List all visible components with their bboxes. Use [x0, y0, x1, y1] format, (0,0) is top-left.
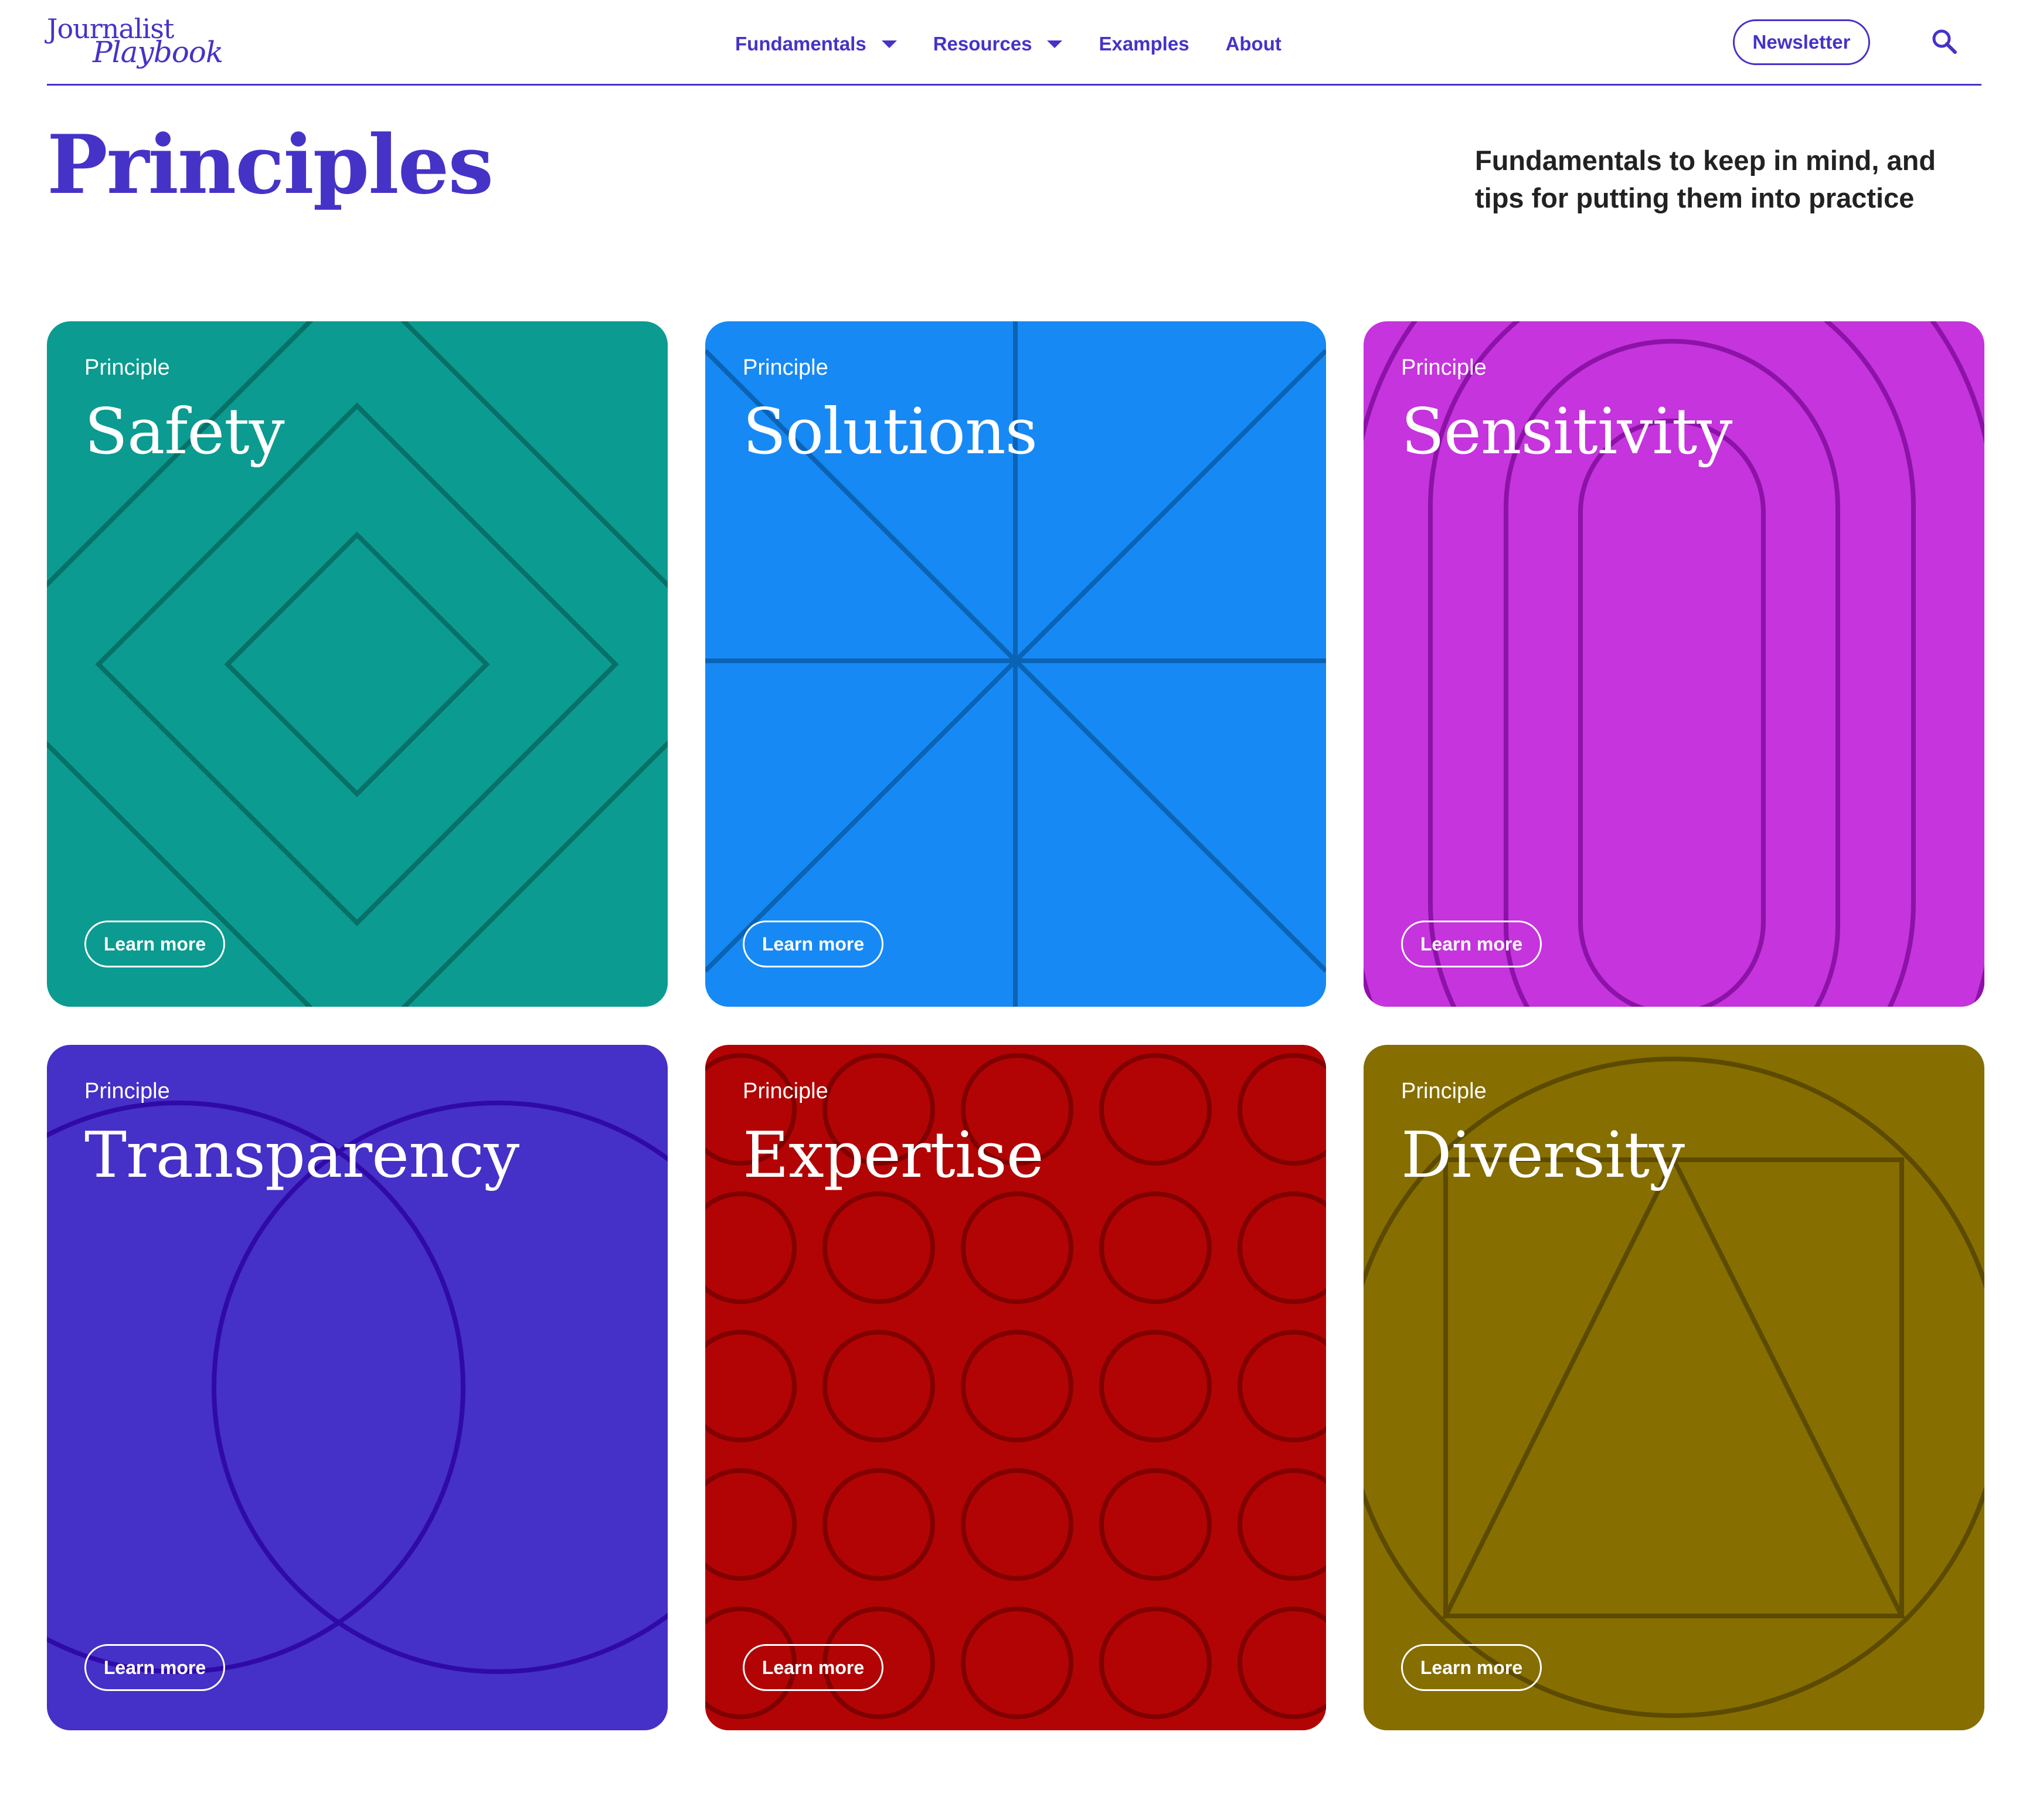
site-header: Journalist Playbook Fundamentals Resourc… [47, 0, 1981, 86]
card-transparency[interactable]: Principle Transparency Learn more [47, 1045, 668, 1730]
page-title: Principles [47, 117, 494, 212]
card-diversity[interactable]: Principle Diversity Learn more [1364, 1045, 1984, 1730]
site-logo[interactable]: Journalist Playbook [47, 13, 223, 72]
nav-item-examples[interactable]: Examples [1099, 33, 1189, 55]
card-title: Solutions [743, 395, 1038, 468]
nav-item-label: Resources [933, 33, 1032, 55]
pattern-circle [1099, 1607, 1212, 1719]
search-icon [1932, 29, 1957, 54]
pattern-circle [961, 1468, 1073, 1581]
learn-more-button[interactable]: Learn more [743, 921, 883, 967]
pattern-circle [961, 1607, 1073, 1719]
pattern-circle [1238, 1191, 1326, 1304]
nav-item-fundamentals[interactable]: Fundamentals [735, 33, 897, 55]
pattern-circle [1238, 1330, 1326, 1442]
card-title: Expertise [743, 1119, 1044, 1192]
pattern-circle [822, 1191, 935, 1304]
pattern-circle [1099, 1468, 1212, 1581]
card-title: Safety [84, 395, 285, 468]
pattern-circle [1238, 1468, 1326, 1581]
pattern-circle [705, 1191, 797, 1304]
pattern-circle [1099, 1053, 1212, 1166]
nav-item-label: About [1225, 33, 1281, 55]
card-sensitivity[interactable]: Principle Sensitivity Learn more [1364, 321, 1984, 1007]
pattern-circle [822, 1330, 935, 1442]
search-button[interactable] [1929, 26, 1962, 59]
page-subtitle: Fundamentals to keep in mind, and tips f… [1475, 145, 1936, 213]
learn-more-button[interactable]: Learn more [1401, 1644, 1542, 1691]
logo-line2: Playbook [93, 35, 223, 69]
learn-more-button[interactable]: Learn more [743, 1644, 883, 1691]
card-eyebrow: Principle [743, 1079, 828, 1103]
pattern-circle [1099, 1191, 1212, 1304]
pattern-circle [1238, 1607, 1326, 1719]
nav-item-label: Fundamentals [735, 33, 866, 55]
pattern-circle [1238, 1053, 1326, 1166]
learn-more-button[interactable]: Learn more [84, 921, 225, 967]
learn-more-button[interactable]: Learn more [84, 1644, 225, 1691]
newsletter-button[interactable]: Newsletter [1733, 19, 1870, 65]
card-eyebrow: Principle [1401, 355, 1487, 380]
pattern-circle [961, 1191, 1073, 1304]
card-safety[interactable]: Principle Safety Learn more [47, 321, 668, 1007]
learn-more-button[interactable]: Learn more [1401, 921, 1542, 967]
card-solutions[interactable]: Principle Solutions Learn more [705, 321, 1326, 1007]
pattern-circle [705, 1468, 797, 1581]
card-title: Diversity [1401, 1119, 1685, 1192]
pattern-circle [822, 1468, 935, 1581]
card-expertise[interactable]: Principle Expertise Learn more [705, 1045, 1326, 1730]
pattern-circle [961, 1330, 1073, 1442]
main-nav: Fundamentals Resources Examples About [735, 29, 1318, 59]
card-eyebrow: Principle [743, 355, 828, 380]
pattern-circle [1099, 1330, 1212, 1442]
nav-item-resources[interactable]: Resources [933, 33, 1063, 55]
card-eyebrow: Principle [84, 355, 170, 380]
card-title: Sensitivity [1401, 395, 1732, 468]
nav-item-label: Examples [1099, 33, 1189, 55]
caret-down-icon [1047, 40, 1063, 48]
card-title: Transparency [84, 1119, 519, 1192]
card-eyebrow: Principle [1401, 1079, 1487, 1103]
card-eyebrow: Principle [84, 1079, 170, 1103]
nav-item-about[interactable]: About [1226, 33, 1281, 55]
pattern-circle [705, 1330, 797, 1442]
caret-down-icon [881, 40, 897, 48]
